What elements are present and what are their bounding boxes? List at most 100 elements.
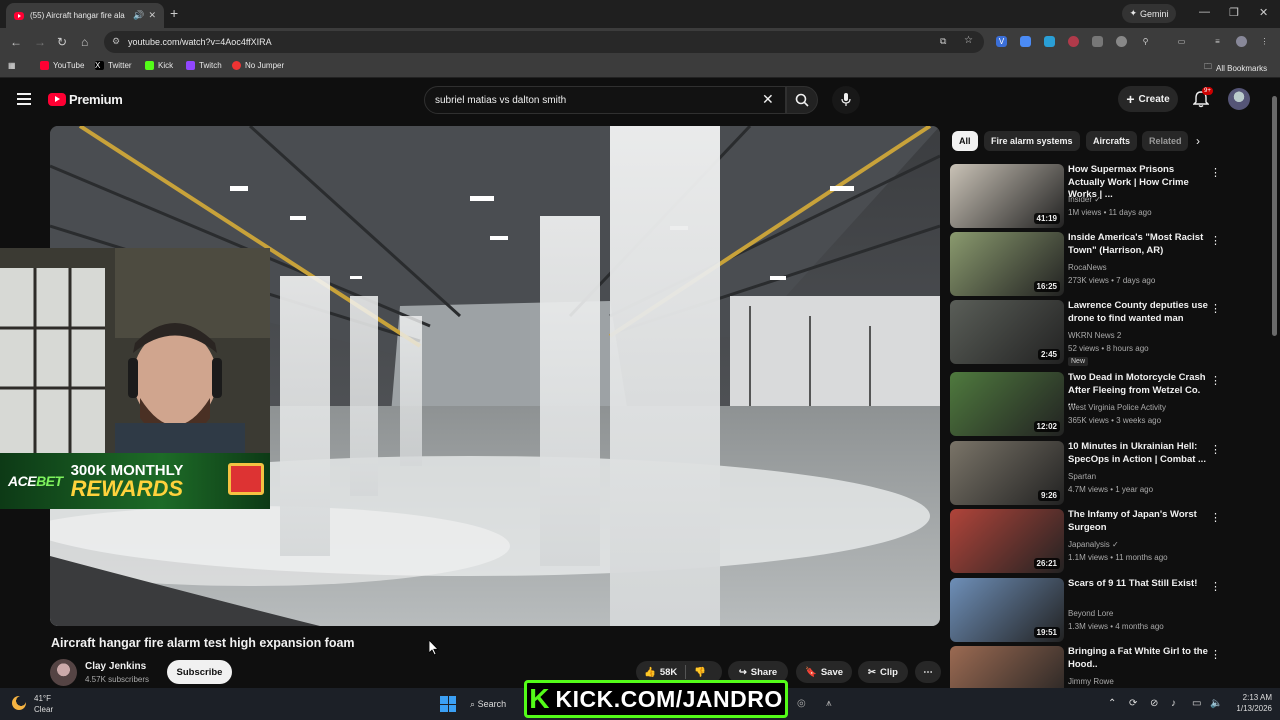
- browser-menu-icon[interactable]: ⋮: [1259, 36, 1270, 47]
- bookmark-kick[interactable]: Kick: [145, 61, 173, 70]
- recommendation-thumbnail[interactable]: 19:51: [950, 578, 1064, 642]
- taskbar-app-icon[interactable]: ◎: [797, 698, 806, 709]
- bookmark-star-icon[interactable]: ☆: [964, 35, 973, 46]
- extension-w-icon[interactable]: [1044, 36, 1055, 47]
- home-icon[interactable]: ⌂: [81, 35, 88, 49]
- clear-search-icon[interactable]: ✕: [762, 91, 774, 108]
- chip-fire-alarm-systems[interactable]: Fire alarm systems: [984, 131, 1080, 151]
- recommendation-thumbnail[interactable]: 2:45: [950, 300, 1064, 364]
- bookmark-youtube[interactable]: YouTube: [40, 61, 84, 70]
- recommendation-item[interactable]: 26:21 The Infamy of Japan's Worst Surgeon…: [950, 509, 1250, 575]
- taskbar-app2-icon[interactable]: ⩚: [826, 698, 832, 709]
- gemini-button[interactable]: ✦ Gemini: [1122, 4, 1176, 23]
- clip-button[interactable]: ✂ Clip: [858, 661, 908, 683]
- recommendation-title[interactable]: The Infamy of Japan's Worst Surgeon: [1068, 509, 1210, 534]
- forward-icon[interactable]: →: [34, 35, 46, 49]
- clock-time[interactable]: 2:13 AM: [1228, 693, 1272, 702]
- search-field[interactable]: [424, 86, 786, 114]
- more-options-icon[interactable]: ⋮: [1210, 374, 1221, 387]
- subscribe-button[interactable]: Subscribe: [167, 660, 232, 684]
- more-options-icon[interactable]: ⋮: [1210, 234, 1221, 247]
- new-tab-button[interactable]: +: [170, 5, 178, 21]
- channel-avatar[interactable]: [50, 659, 77, 686]
- recommendation-channel[interactable]: Insider ✓: [1068, 195, 1101, 204]
- extension-globe-icon[interactable]: [1116, 36, 1127, 47]
- scrollbar-thumb[interactable]: [1272, 96, 1277, 336]
- page-scrollbar[interactable]: [1272, 86, 1277, 676]
- voice-search-button[interactable]: [832, 86, 860, 114]
- recommendation-channel[interactable]: Japanalysis ✓: [1068, 540, 1119, 549]
- menu-icon[interactable]: [17, 93, 31, 108]
- more-options-icon[interactable]: ⋮: [1210, 302, 1221, 315]
- site-info-icon[interactable]: ⚙: [112, 36, 120, 47]
- recommendation-channel[interactable]: WKRN News 2: [1068, 331, 1121, 340]
- chip-aircrafts[interactable]: Aircrafts: [1086, 131, 1138, 151]
- recommendation-channel[interactable]: Beyond Lore: [1068, 609, 1113, 618]
- recommendation-title[interactable]: Lawrence County deputies use drone to fi…: [1068, 300, 1210, 325]
- reload-icon[interactable]: ↻: [57, 35, 67, 49]
- restore-icon[interactable]: ❐: [1229, 6, 1239, 19]
- more-options-icon[interactable]: ⋮: [1210, 166, 1221, 179]
- channel-name[interactable]: Clay Jenkins: [85, 661, 146, 672]
- extension-f-icon[interactable]: [1092, 36, 1103, 47]
- recommendation-title[interactable]: Scars of 9 11 That Still Exist!: [1068, 578, 1210, 591]
- back-icon[interactable]: ←: [10, 35, 22, 49]
- minimize-icon[interactable]: —: [1199, 6, 1210, 18]
- recommendation-title[interactable]: Inside America's "Most Racist Town" (Har…: [1068, 232, 1210, 257]
- window-close-icon[interactable]: ✕: [1259, 6, 1268, 19]
- extension-translate-icon[interactable]: [1020, 36, 1031, 47]
- recommendation-channel[interactable]: Jimmy Rowe: [1068, 677, 1114, 686]
- browser-tab[interactable]: (55) Aircraft hangar fire ala 🔊 ✕: [6, 3, 164, 28]
- recommendation-thumbnail[interactable]: 12:02: [950, 372, 1064, 436]
- save-button[interactable]: 🔖 Save: [796, 661, 852, 683]
- sidepanel-icon[interactable]: ▭: [1176, 36, 1187, 47]
- tab-close-icon[interactable]: ✕: [148, 10, 156, 21]
- windows-start-icon[interactable]: [440, 696, 456, 712]
- more-options-icon[interactable]: ⋮: [1210, 443, 1221, 456]
- dislike-button[interactable]: 👎: [694, 667, 706, 678]
- tray-display-icon[interactable]: ▭: [1192, 698, 1201, 709]
- chips-next-icon[interactable]: ›: [1196, 134, 1200, 148]
- search-input[interactable]: [435, 95, 755, 106]
- chip-related[interactable]: Related: [1142, 131, 1188, 151]
- tray-overflow-icon[interactable]: ⌃: [1108, 698, 1116, 709]
- weather-moon-icon[interactable]: [12, 696, 26, 710]
- taskbar-search[interactable]: ⌕ Search: [470, 699, 506, 710]
- speaker-icon[interactable]: 🔊: [133, 10, 144, 21]
- like-button[interactable]: 👍 58K: [644, 667, 677, 678]
- recommendation-thumbnail[interactable]: 16:25: [950, 232, 1064, 296]
- create-button[interactable]: + Create: [1118, 86, 1178, 112]
- bookmark-twitter[interactable]: X Twitter: [95, 61, 132, 70]
- recommendation-thumbnail[interactable]: 9:26: [950, 441, 1064, 505]
- recommendation-item[interactable]: 41:19 How Supermax Prisons Actually Work …: [950, 164, 1250, 230]
- recommendation-channel[interactable]: RocaNews: [1068, 263, 1107, 272]
- chip-all[interactable]: All: [952, 131, 978, 151]
- apps-grid-icon[interactable]: ▦: [8, 61, 16, 70]
- recommendation-title[interactable]: Bringing a Fat White Girl to the Hood..: [1068, 646, 1210, 671]
- address-bar[interactable]: ⚙ youtube.com/watch?v=4Aoc4ffXIRA ⧉ ☆: [104, 31, 984, 53]
- recommendation-item[interactable]: 2:45 Lawrence County deputies use drone t…: [950, 300, 1250, 366]
- tray-volume-icon[interactable]: 🔈: [1210, 698, 1222, 709]
- clock-date[interactable]: 1/13/2026: [1224, 704, 1272, 713]
- recommendation-item[interactable]: 12:02 Two Dead in Motorcycle Crash After …: [950, 372, 1250, 438]
- tray-sync-icon[interactable]: ⟳: [1129, 698, 1137, 709]
- recommendation-title[interactable]: 10 Minutes in Ukrainian Hell: SpecOps in…: [1068, 441, 1210, 466]
- recommendation-channel[interactable]: West Virginia Police Activity: [1068, 403, 1166, 412]
- more-options-icon[interactable]: ⋮: [1210, 580, 1221, 593]
- tray-mic-icon[interactable]: ♪: [1171, 698, 1176, 709]
- recommendation-item[interactable]: 16:25 Inside America's "Most Racist Town"…: [950, 232, 1250, 298]
- search-button[interactable]: [786, 86, 818, 114]
- bookmark-twitch[interactable]: Twitch: [186, 61, 222, 70]
- media-icon[interactable]: ≡: [1212, 36, 1223, 47]
- extension-v-icon[interactable]: V: [996, 36, 1007, 47]
- recommendation-item[interactable]: 9:26 10 Minutes in Ukrainian Hell: SpecOp…: [950, 441, 1250, 507]
- cast-icon[interactable]: ⧉: [940, 36, 946, 47]
- all-bookmarks[interactable]: 🗀 All Bookmarks: [1204, 61, 1267, 75]
- extensions-puzzle-icon[interactable]: ⚲: [1140, 36, 1151, 47]
- bookmark-no-jumper[interactable]: No Jumper: [232, 61, 284, 70]
- more-options-icon[interactable]: ⋮: [1210, 648, 1221, 661]
- more-actions-button[interactable]: ⋯: [915, 661, 941, 683]
- tray-network-off-icon[interactable]: ⊘: [1150, 698, 1158, 709]
- account-avatar[interactable]: [1228, 88, 1250, 110]
- extension-record-icon[interactable]: [1068, 36, 1079, 47]
